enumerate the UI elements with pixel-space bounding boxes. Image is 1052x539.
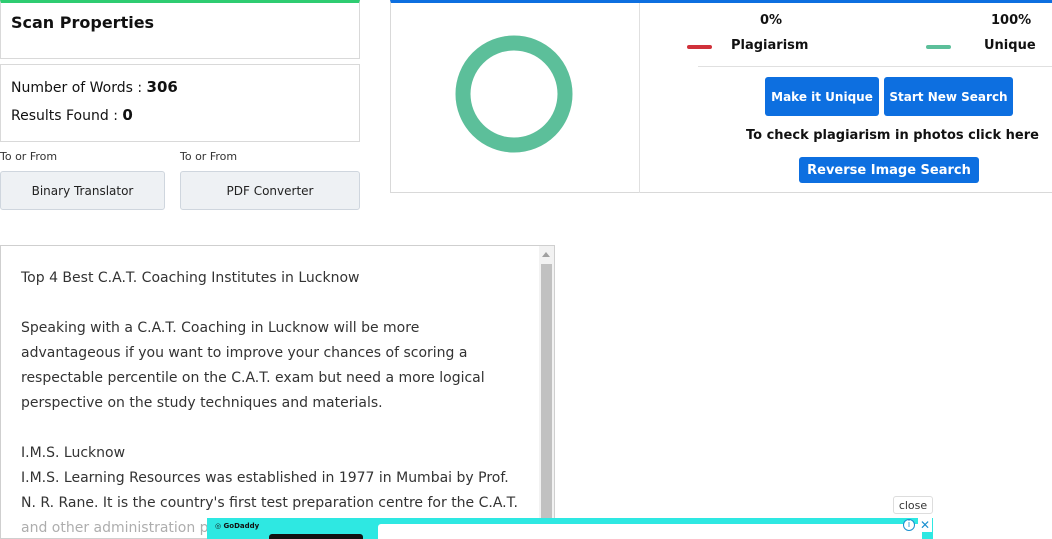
ad-close-link[interactable]: close: [893, 496, 933, 514]
scan-stats-panel: Number of Words : 306 Results Found : 0: [0, 64, 360, 142]
unique-legend-swatch: [926, 45, 951, 49]
results-label: Results Found :: [11, 108, 118, 124]
godaddy-logo-icon: ◎: [215, 522, 222, 530]
scroll-thumb[interactable]: [541, 264, 552, 538]
results-count-row: Results Found : 0: [11, 106, 133, 124]
plagiarism-legend-swatch: [687, 45, 712, 49]
pdf-converter-button[interactable]: PDF Converter: [180, 171, 360, 210]
close-icon[interactable]: ✕: [918, 518, 932, 532]
photo-check-prompt: To check plagiarism in photos click here: [746, 128, 1039, 143]
ad-dark-pill: [269, 534, 363, 539]
donut-unique-arc: [455, 35, 573, 153]
words-value: 306: [146, 78, 178, 96]
start-new-search-button[interactable]: Start New Search: [884, 77, 1013, 116]
words-label: Number of Words :: [11, 80, 143, 96]
uniqueness-donut-chart: [455, 35, 573, 153]
words-count-row: Number of Words : 306: [11, 78, 178, 96]
plagiarism-label: Plagiarism: [731, 38, 809, 53]
unique-percent: 100%: [991, 13, 1032, 28]
binary-translator-button[interactable]: Binary Translator: [0, 171, 165, 210]
content-subheading: I.M.S. Lucknow: [21, 445, 126, 461]
make-it-unique-button[interactable]: Make it Unique: [765, 77, 879, 116]
text-content-box[interactable]: Top 4 Best C.A.T. Coaching Institutes in…: [0, 245, 555, 539]
ad-banner[interactable]: ◎ GoDaddy i ✕: [207, 518, 933, 539]
scan-properties-title: Scan Properties: [11, 13, 155, 32]
plagiarism-percent: 0%: [760, 13, 783, 28]
godaddy-logo: ◎ GoDaddy: [215, 522, 259, 530]
results-value: 0: [122, 106, 133, 124]
content-heading: Top 4 Best C.A.T. Coaching Institutes in…: [21, 270, 360, 286]
info-icon[interactable]: i: [903, 519, 915, 531]
scroll-up-arrow-icon[interactable]: [542, 252, 550, 257]
scan-properties-panel: Scan Properties: [0, 0, 360, 59]
content-paragraph-1: Speaking with a C.A.T. Coaching in Luckn…: [21, 320, 485, 411]
reverse-image-search-button[interactable]: Reverse Image Search: [799, 157, 979, 183]
unique-label: Unique: [984, 38, 1036, 53]
tool-caption-2: To or From: [180, 150, 238, 163]
godaddy-brand: GoDaddy: [223, 522, 260, 530]
results-divider: [639, 3, 640, 193]
text-content[interactable]: Top 4 Best C.A.T. Coaching Institutes in…: [21, 266, 521, 538]
legend-separator: [698, 66, 1052, 67]
text-scrollbar[interactable]: [539, 246, 554, 538]
ad-white-panel: [378, 524, 922, 539]
tool-caption-1: To or From: [0, 150, 58, 163]
